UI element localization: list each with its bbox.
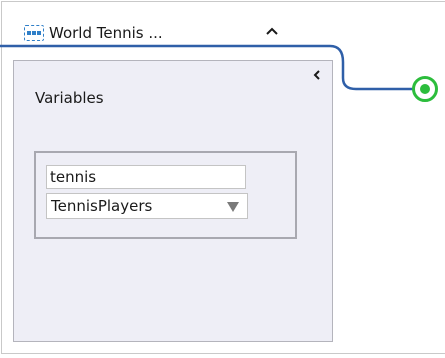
dropdown-arrow-icon[interactable] — [227, 202, 239, 212]
variables-panel: Variables tennis TennisPlayers — [13, 60, 333, 342]
variable-type-value: TennisPlayers — [51, 197, 153, 215]
panel-title: Variables — [35, 89, 104, 107]
end-node-dot — [420, 84, 430, 94]
variable-name-field[interactable]: tennis — [46, 165, 246, 189]
chevron-up-icon — [266, 27, 278, 35]
sequence-icon — [24, 25, 44, 41]
end-node-icon[interactable] — [412, 76, 438, 102]
collapse-button[interactable] — [262, 21, 282, 41]
panel-collapse-button[interactable] — [310, 67, 324, 83]
variable-entry: tennis TennisPlayers — [34, 151, 297, 239]
variable-type-select[interactable]: TennisPlayers — [46, 193, 248, 219]
chevron-left-icon — [313, 70, 320, 80]
activity-title[interactable]: World Tennis ... — [49, 24, 163, 42]
activity-header[interactable]: World Tennis ... — [24, 22, 163, 44]
